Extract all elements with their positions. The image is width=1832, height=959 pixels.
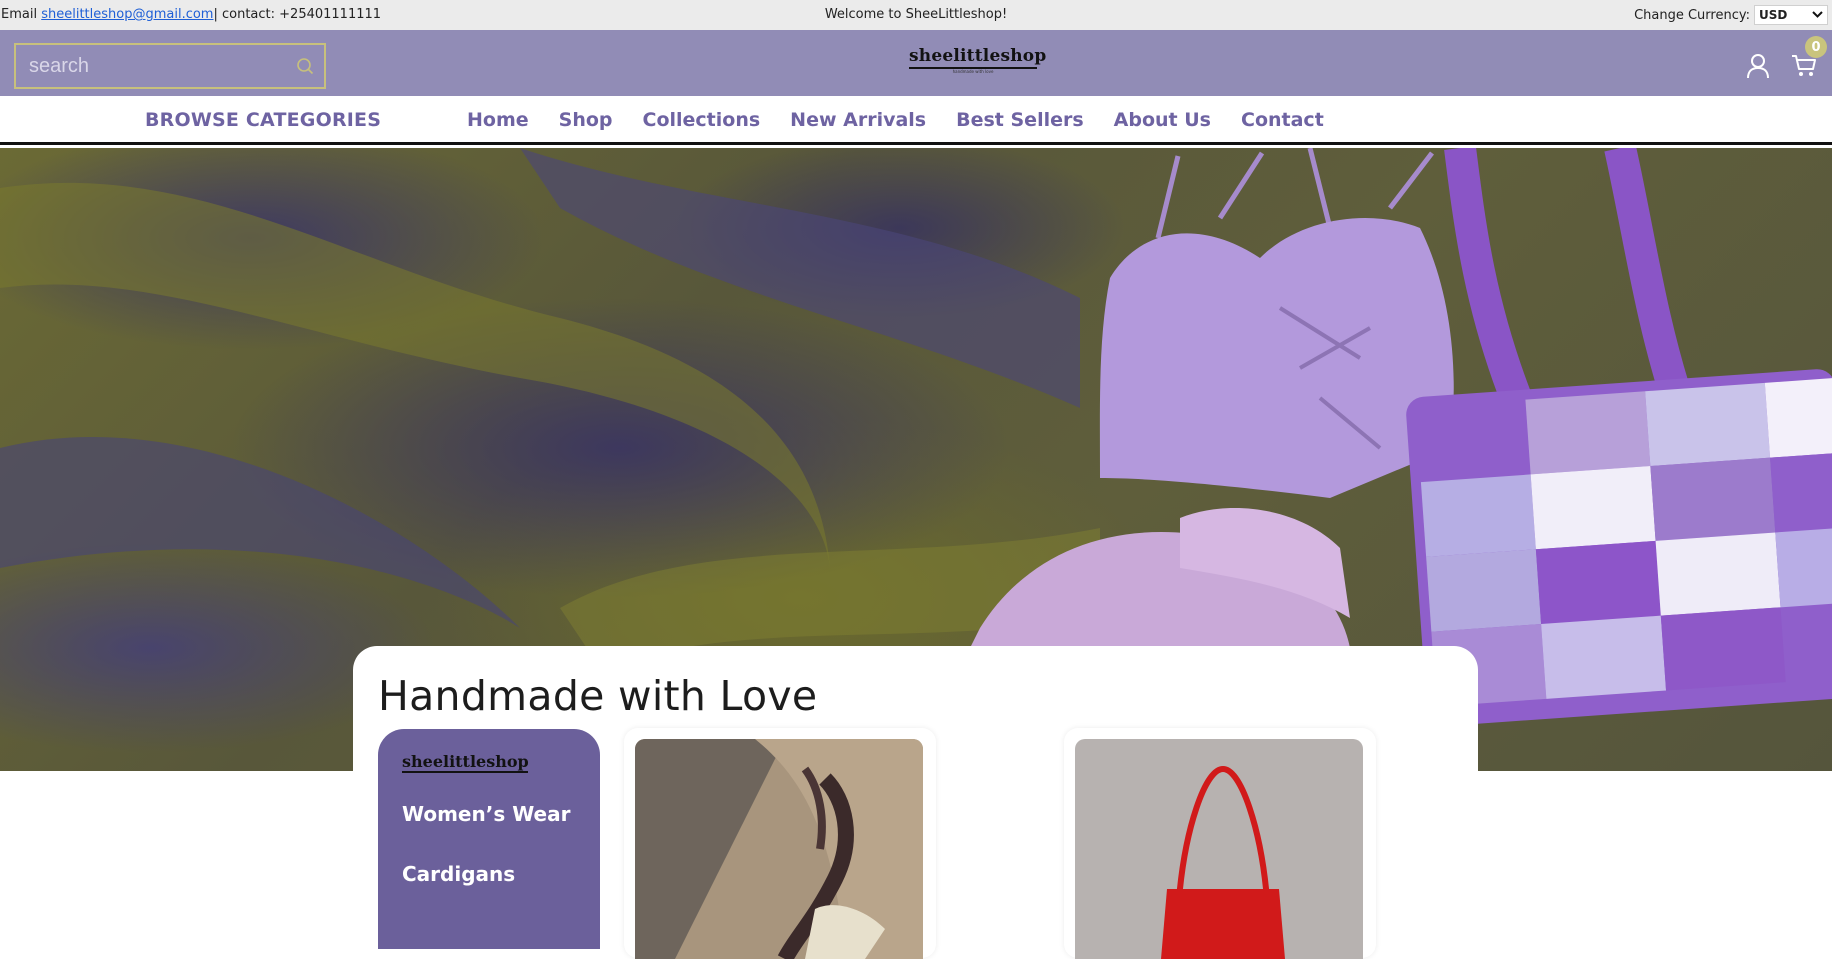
search-icon[interactable] — [286, 45, 324, 87]
user-icon[interactable] — [1746, 53, 1770, 79]
chevron-down-icon — [1812, 10, 1823, 21]
browse-categories-button[interactable]: BROWSE CATEGORIES — [145, 109, 381, 131]
product-card[interactable] — [1064, 728, 1376, 959]
search-placeholder: search — [29, 54, 90, 77]
section-title: Handmade with Love — [378, 672, 818, 720]
featured-section: Handmade with Love sheelittleshop Women’… — [353, 646, 1478, 959]
currency-switcher: Change Currency: USD — [1634, 5, 1828, 25]
product-image[interactable] — [1075, 739, 1363, 959]
site-header: search sheelittleshop handmade with love… — [0, 30, 1832, 96]
welcome-message: Welcome to SheeLittleshop! — [824, 7, 1008, 22]
top-utility-bar: Email sheelittleshop@gmail.com| contact:… — [0, 0, 1832, 30]
currency-select[interactable]: USD — [1754, 5, 1828, 25]
product-card[interactable] — [624, 728, 936, 959]
currency-label: Change Currency: — [1634, 7, 1750, 23]
category-panel: sheelittleshop Women’s Wear Cardigans — [378, 729, 600, 949]
site-logo[interactable]: sheelittleshop handmade with love — [909, 46, 1047, 75]
category-womens-wear[interactable]: Women’s Wear — [402, 802, 570, 826]
logo-tagline: handmade with love — [952, 69, 994, 74]
nav-links: Home Shop Collections New Arrivals Best … — [467, 109, 1354, 131]
logo-wordmark: sheelittleshop — [909, 46, 1047, 66]
nav-link-shop[interactable]: Shop — [559, 109, 613, 131]
nav-link-contact[interactable]: Contact — [1241, 109, 1324, 131]
nav-link-about-us[interactable]: About Us — [1114, 109, 1211, 131]
cart-count-badge: 0 — [1805, 36, 1827, 58]
nav-link-home[interactable]: Home — [467, 109, 529, 131]
nav-link-collections[interactable]: Collections — [643, 109, 761, 131]
product-image[interactable] — [635, 739, 923, 959]
nav-link-new-arrivals[interactable]: New Arrivals — [790, 109, 926, 131]
nav-link-best-sellers[interactable]: Best Sellers — [956, 109, 1084, 131]
search-input[interactable]: search — [14, 43, 326, 89]
currency-value: USD — [1759, 8, 1788, 22]
panel-logo-wordmark: sheelittleshop — [402, 752, 529, 771]
category-cardigans[interactable]: Cardigans — [402, 862, 515, 886]
panel-logo: sheelittleshop — [402, 752, 529, 773]
main-navigation: BROWSE CATEGORIES Home Shop Collections … — [0, 96, 1832, 145]
panel-logo-rule — [402, 771, 528, 773]
